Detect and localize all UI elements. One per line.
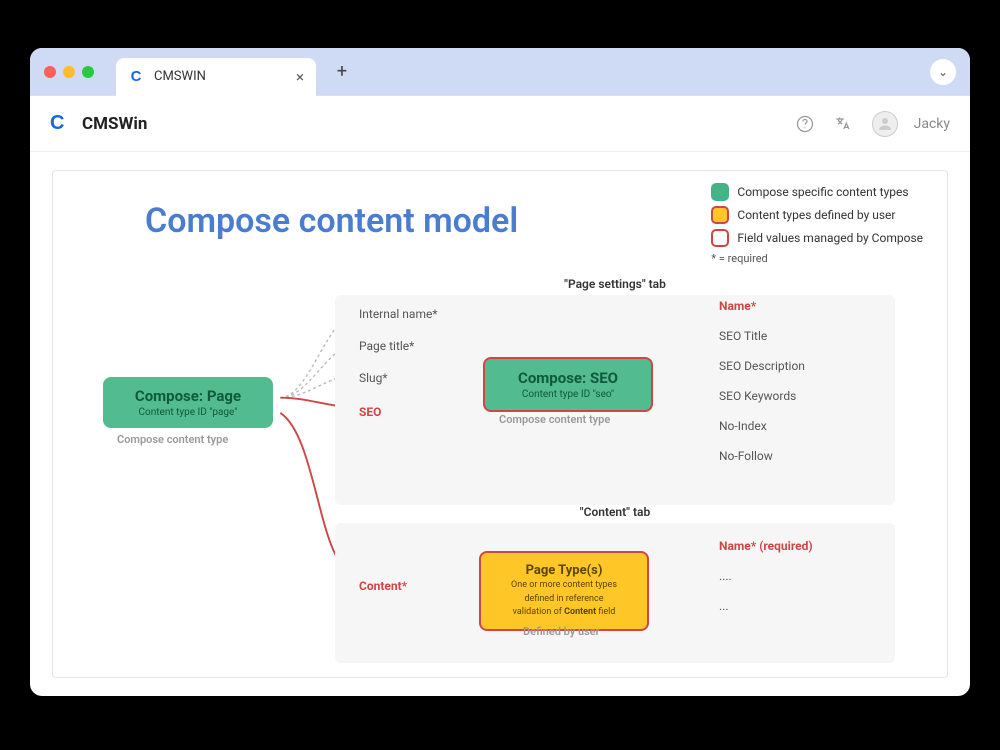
language-icon[interactable] <box>832 113 854 135</box>
maximize-window-icon[interactable] <box>82 66 94 78</box>
legend-label: Content types defined by user <box>737 208 895 222</box>
app-header: C CMSWin Jacky <box>30 96 970 152</box>
field-content: Content* <box>359 579 407 593</box>
traffic-lights <box>44 66 94 78</box>
field-seo-description: SEO Description <box>719 359 805 373</box>
field-seo-keywords: SEO Keywords <box>719 389 796 403</box>
legend-note: * = required <box>711 252 923 265</box>
field-pagetype-name: Name* (required) <box>719 539 813 553</box>
panel-label: "Page settings" tab <box>564 277 666 291</box>
field-seo: SEO <box>359 405 381 419</box>
field-page-title: Page title* <box>359 339 414 353</box>
user-name: Jacky <box>914 116 950 132</box>
field-no-index: No-Index <box>719 419 767 433</box>
node-title: Page Type(s) <box>495 563 633 578</box>
minimize-window-icon[interactable] <box>63 66 75 78</box>
content-area: Compose content model Compose specific c… <box>30 152 970 696</box>
help-icon[interactable] <box>794 113 816 135</box>
node-caption: Defined by user <box>523 625 600 638</box>
node-caption: Compose content type <box>499 413 610 426</box>
legend-item: Field values managed by Compose <box>711 229 923 247</box>
field-slug: Slug* <box>359 371 388 385</box>
node-subtitle: Content type ID "seo" <box>499 389 637 400</box>
brand-logo-icon: C <box>50 112 74 136</box>
legend-label: Compose specific content types <box>737 185 908 199</box>
new-tab-button[interactable]: + <box>330 60 354 84</box>
browser-tab[interactable]: C CMSWIN × <box>116 58 316 96</box>
legend-swatch-red <box>711 229 729 247</box>
node-compose-page: Compose: Page Content type ID "page" <box>103 377 273 428</box>
node-subtitle-3: validation of Content field <box>495 607 633 619</box>
diagram-panel: Compose content model Compose specific c… <box>52 170 948 678</box>
node-title: Compose: Page <box>117 387 259 405</box>
field-seo-name: Name* <box>719 299 756 313</box>
diagram: Compose: Page Content type ID "page" Com… <box>53 285 947 667</box>
node-subtitle-1: One or more content types <box>495 580 633 592</box>
field-seo-title: SEO Title <box>719 329 767 343</box>
tab-list-button[interactable]: ⌄ <box>930 59 956 85</box>
brand-name: CMSWin <box>82 114 147 134</box>
field-no-follow: No-Follow <box>719 449 773 463</box>
favicon-icon: C <box>128 69 144 85</box>
node-page-types: Page Type(s) One or more content types d… <box>479 551 649 631</box>
legend-swatch-yellow <box>711 206 729 224</box>
field-internal-name: Internal name* <box>359 307 438 321</box>
legend-item: Compose specific content types <box>711 183 923 201</box>
node-subtitle: Content type ID "page" <box>117 407 259 418</box>
tab-title: CMSWIN <box>154 69 206 84</box>
legend-swatch-green <box>711 183 729 201</box>
close-window-icon[interactable] <box>44 66 56 78</box>
node-caption: Compose content type <box>117 433 228 446</box>
avatar-icon[interactable] <box>872 111 898 137</box>
node-title: Compose: SEO <box>499 369 637 387</box>
node-subtitle-2: defined in reference <box>495 594 633 606</box>
field-pagetype-etc1: .... <box>719 569 732 583</box>
legend: Compose specific content types Content t… <box>711 183 923 265</box>
tab-close-icon[interactable]: × <box>296 68 304 86</box>
brand[interactable]: C CMSWin <box>50 112 147 136</box>
legend-label: Field values managed by Compose <box>737 231 923 245</box>
node-compose-seo: Compose: SEO Content type ID "seo" <box>483 357 653 412</box>
legend-item: Content types defined by user <box>711 206 923 224</box>
browser-chrome: C CMSWIN × + ⌄ <box>30 48 970 96</box>
panel-label: "Content" tab <box>580 505 650 519</box>
app-window: C CMSWIN × + ⌄ C CMSWin <box>30 48 970 696</box>
field-pagetype-etc2: ... <box>719 599 729 613</box>
